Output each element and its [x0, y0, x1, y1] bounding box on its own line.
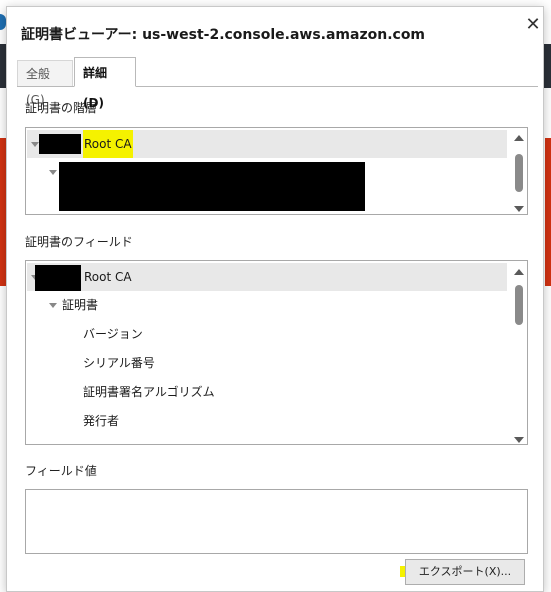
background-window-edge [543, 0, 551, 592]
field-item-root[interactable]: Root CA [27, 263, 507, 291]
field-item-serial[interactable]: シリアル番号 [27, 349, 507, 377]
tree-item-root[interactable]: Root CA [27, 130, 507, 158]
scroll-down-icon[interactable] [514, 437, 524, 443]
scroll-down-icon[interactable] [514, 206, 524, 212]
redacted-text [39, 134, 81, 154]
hierarchy-tree[interactable]: Root CA [25, 127, 528, 215]
scroll-up-icon[interactable] [514, 269, 524, 275]
background-window-edge [545, 138, 551, 286]
expand-triangle-icon[interactable] [49, 170, 57, 175]
field-item-label: シリアル番号 [83, 356, 155, 370]
field-value-box[interactable] [25, 489, 528, 554]
field-item-label: 発行者 [83, 414, 120, 428]
hierarchy-scrollbar[interactable] [512, 130, 526, 212]
export-button[interactable]: エクスポート(X)... [405, 559, 525, 585]
scroll-up-icon[interactable] [514, 135, 524, 141]
field-item-label: 証明書 [62, 298, 99, 312]
field-item-issuer[interactable]: 発行者 [27, 407, 507, 435]
field-item-label: バージョン [83, 327, 143, 341]
field-value-label: フィールド値 [25, 464, 97, 478]
redacted-text [59, 162, 365, 211]
fields-label: 証明書のフィールド [25, 235, 133, 249]
field-item-label: Root CA [84, 270, 132, 284]
field-item-certificate[interactable]: 証明書 [27, 291, 507, 319]
scroll-thumb[interactable] [515, 285, 523, 325]
certificate-viewer-dialog: 証明書ビューアー: us-west-2.console.aws.amazon.c… [6, 6, 544, 592]
field-item-version[interactable]: バージョン [27, 320, 507, 348]
expand-triangle-icon[interactable] [49, 303, 57, 308]
expand-triangle-icon[interactable] [31, 142, 39, 147]
field-item-signature-algorithm[interactable]: 証明書署名アルゴリズム [27, 378, 507, 406]
dialog-title: 証明書ビューアー: us-west-2.console.aws.amazon.c… [21, 27, 426, 43]
tree-item-label: Root CA [83, 130, 133, 158]
redacted-text [35, 265, 81, 291]
background-window-edge [543, 44, 551, 88]
field-item-label: 証明書署名アルゴリズム [83, 385, 215, 399]
tab-details[interactable]: 詳細(D) [74, 57, 136, 110]
scroll-thumb[interactable] [515, 154, 523, 192]
tree-item-child[interactable] [27, 158, 507, 214]
tab-general[interactable]: 全般(G) [17, 60, 73, 107]
fields-tree[interactable]: Root CA 証明書 バージョン シリアル番号 証明書署名アルゴリズム 発行者 [25, 260, 528, 445]
fields-scrollbar[interactable] [512, 263, 526, 443]
close-icon[interactable]: ✕ [523, 15, 543, 35]
